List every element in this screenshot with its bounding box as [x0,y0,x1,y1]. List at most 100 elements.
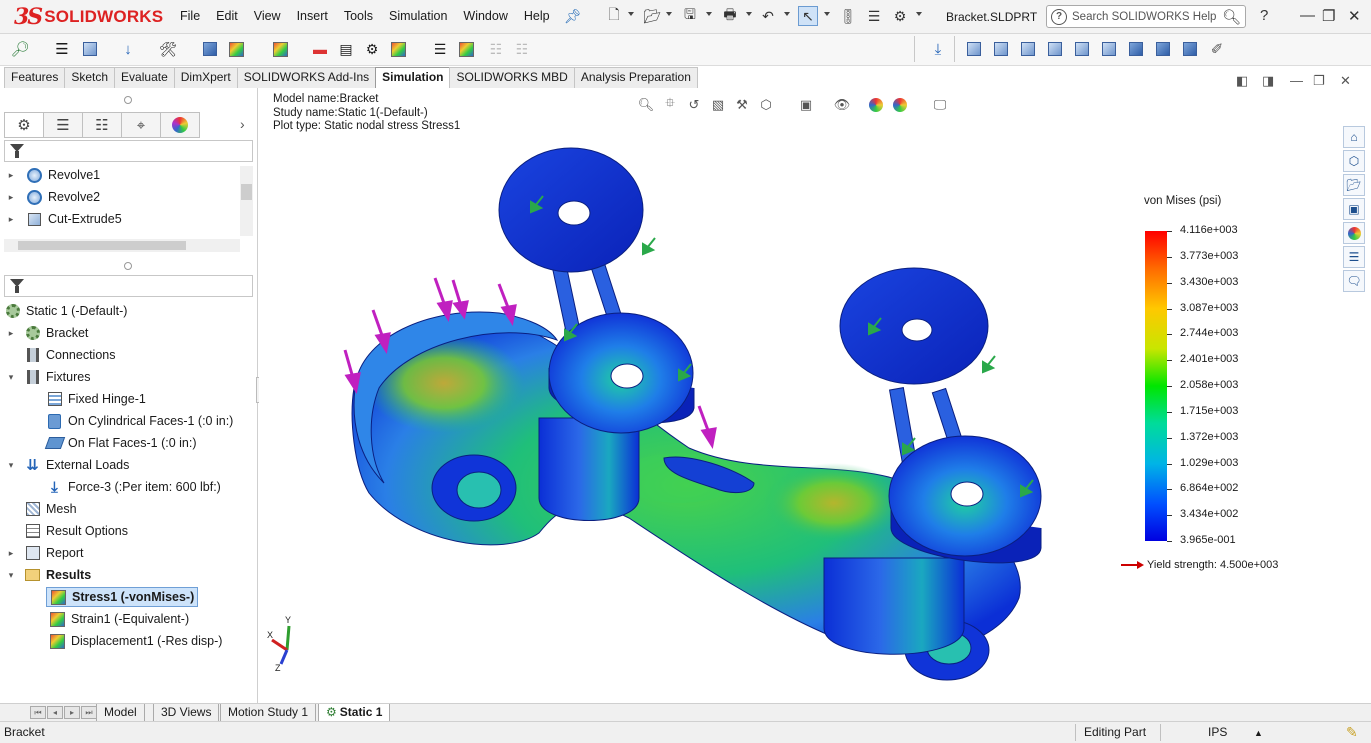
study-item-mesh[interactable]: Mesh [0,498,77,520]
tab-dimxpert[interactable]: DimXpert [173,67,238,88]
help-search-box[interactable]: ? Search SOLIDWORKS Help 🔍︎ [1046,5,1246,28]
top-view-icon[interactable] [1072,39,1092,59]
feature-tree-vertical-scrollbar[interactable] [240,166,253,236]
external-loads-advisor-icon[interactable]: 🛠︎ [158,39,178,59]
tab-3d-views[interactable]: 3D Views [153,704,220,722]
study-advisor-icon[interactable]: 🔎︎ [10,39,30,59]
tab-sketch[interactable]: Sketch [64,67,116,88]
study-item-result-options[interactable]: Result Options [0,520,128,542]
back-view-icon[interactable] [991,39,1011,59]
menu-simulation[interactable]: Simulation [389,9,447,23]
tile-right-icon[interactable]: ◨ [1262,73,1274,89]
tab-simulation[interactable]: Simulation [375,67,451,88]
tab-features[interactable]: Features [4,67,66,88]
rebuild-traffic-light-icon[interactable]: 🚦︎ [838,6,858,26]
study-item-displacement1[interactable]: Displacement1 (-Res disp-) [0,630,222,652]
bottom-view-icon[interactable] [1099,39,1119,59]
dimxpert-manager-tab[interactable]: ⌖ [121,112,161,138]
undo-icon[interactable]: ↶ [758,6,778,26]
search-icon[interactable]: 🔍︎ [1222,8,1241,26]
feature-manager-tab[interactable]: ⚙ [4,112,44,138]
study-item-force[interactable]: ⤓ Force-3 (:Per item: 600 lbf:) [0,476,221,498]
minimize-window-icon[interactable]: — [1300,7,1315,24]
feature-filter-input[interactable] [4,140,253,162]
solidworks-logo[interactable]: 3S SOLIDWORKS [14,4,163,30]
study-item-cylindrical-faces[interactable]: On Cylindrical Faces-1 (:0 in:) [0,410,233,432]
prev-tab-icon[interactable]: ◂ [47,706,63,719]
display-manager-tab[interactable] [160,112,200,138]
menu-edit[interactable]: Edit [216,9,238,23]
left-view-icon[interactable] [1018,39,1038,59]
appearances-icon[interactable] [1343,222,1365,244]
units-dropdown-icon[interactable]: ▲ [1254,728,1263,738]
tab-solidworks-mbd[interactable]: SOLIDWORKS MBD [449,67,575,88]
study-item-connections[interactable]: Connections [0,344,116,366]
menu-tools[interactable]: Tools [344,9,373,23]
first-tab-icon[interactable]: ⏮ [30,706,46,719]
include-image-icon[interactable]: ☰ [430,39,450,59]
menu-file[interactable]: File [180,9,200,23]
design-insight-icon[interactable] [456,39,476,59]
tile-left-icon[interactable]: ◧ [1236,73,1248,89]
legend-color-bar[interactable] [1145,231,1167,541]
view-palette-icon[interactable]: ▣ [1343,198,1365,220]
normal-to-view-icon[interactable]: ⤓ [928,39,948,59]
custom-properties-icon[interactable]: ☰ [1343,246,1365,268]
fixtures-advisor-icon[interactable]: ↓ [118,39,138,59]
save-icon[interactable]: 🖫 [680,6,700,26]
compare-results-icon[interactable]: ▤ [336,39,356,59]
study-item-results[interactable]: ▾ Results [0,564,91,586]
design-library-icon[interactable]: ⬡ [1343,150,1365,172]
minimize-document-icon[interactable]: — [1290,73,1303,88]
tree-item-revolve2[interactable]: ▸ Revolve2 [0,186,100,208]
study-item-external-loads[interactable]: ▾ ⇊ External Loads [0,454,130,476]
new-document-icon[interactable]: 🗋 [604,6,624,26]
next-tab-icon[interactable]: ▸ [64,706,80,719]
study-item-fixtures[interactable]: ▾ Fixtures [0,366,90,388]
tab-evaluate[interactable]: Evaluate [114,67,175,88]
panel-splitter-grip[interactable] [124,96,132,104]
restore-window-icon[interactable]: ❐ [1322,7,1335,25]
menu-help[interactable]: Help [524,9,550,23]
tab-analysis-preparation[interactable]: Analysis Preparation [573,67,698,88]
deformed-result-icon[interactable]: ▬ [310,39,330,59]
tab-model[interactable]: Model [96,704,145,722]
last-tab-icon[interactable]: ⏭ [81,706,97,719]
study-list-icon[interactable]: ☰ [52,39,72,59]
plot-tools-icon[interactable]: ⚙ [362,39,382,59]
pin-icon[interactable]: 📌︎ [564,8,582,25]
tabs-scroll-right-icon[interactable]: › [240,116,245,132]
select-pointer-icon[interactable]: ↖ [798,6,818,26]
unit-system-selector[interactable]: IPS [1208,725,1227,739]
menu-window[interactable]: Window [463,9,507,23]
study-item-flat-faces[interactable]: On Flat Faces-1 (:0 in:) [0,432,197,454]
file-properties-icon[interactable]: ☰ [864,6,884,26]
study-item-report[interactable]: ▸ Report [0,542,84,564]
study-item-fixed-hinge[interactable]: Fixed Hinge-1 [0,388,146,410]
search-input[interactable]: Search SOLIDWORKS Help [1072,11,1222,23]
open-folder-icon[interactable]: 📂︎ [642,6,662,26]
feature-tree-horizontal-scrollbar[interactable] [4,239,240,252]
menu-insert[interactable]: Insert [297,9,328,23]
run-study-icon[interactable] [226,39,246,59]
right-view-icon[interactable] [1045,39,1065,59]
close-document-icon[interactable]: ✕ [1340,73,1351,89]
tab-solidworks-add-ins[interactable]: SOLIDWORKS Add-Ins [236,67,377,88]
tree-item-revolve1[interactable]: ▸ Revolve1 [0,164,100,186]
report-icon[interactable] [388,39,408,59]
front-view-icon[interactable] [964,39,984,59]
study-root[interactable]: Static 1 (-Default-) [0,300,127,322]
study-item-strain1[interactable]: Strain1 (-Equivalent-) [0,608,189,630]
tree-splitter-grip[interactable] [124,262,132,270]
isometric-view-icon[interactable] [1126,39,1146,59]
shell-manager-icon[interactable] [200,39,220,59]
tab-static-1[interactable]: ⚙ Static 1 [318,704,391,722]
dimetric-view-icon[interactable] [1180,39,1200,59]
solidworks-resources-icon[interactable]: ⌂ [1343,126,1365,148]
trimetric-view-icon[interactable] [1153,39,1173,59]
restore-document-icon[interactable]: ❐ [1313,73,1325,89]
study-filter-input[interactable] [4,275,253,297]
fea-model-render[interactable] [259,88,1059,688]
quick-tips-icon[interactable]: ✎ [1346,724,1358,741]
close-window-icon[interactable]: ✕ [1348,7,1361,25]
